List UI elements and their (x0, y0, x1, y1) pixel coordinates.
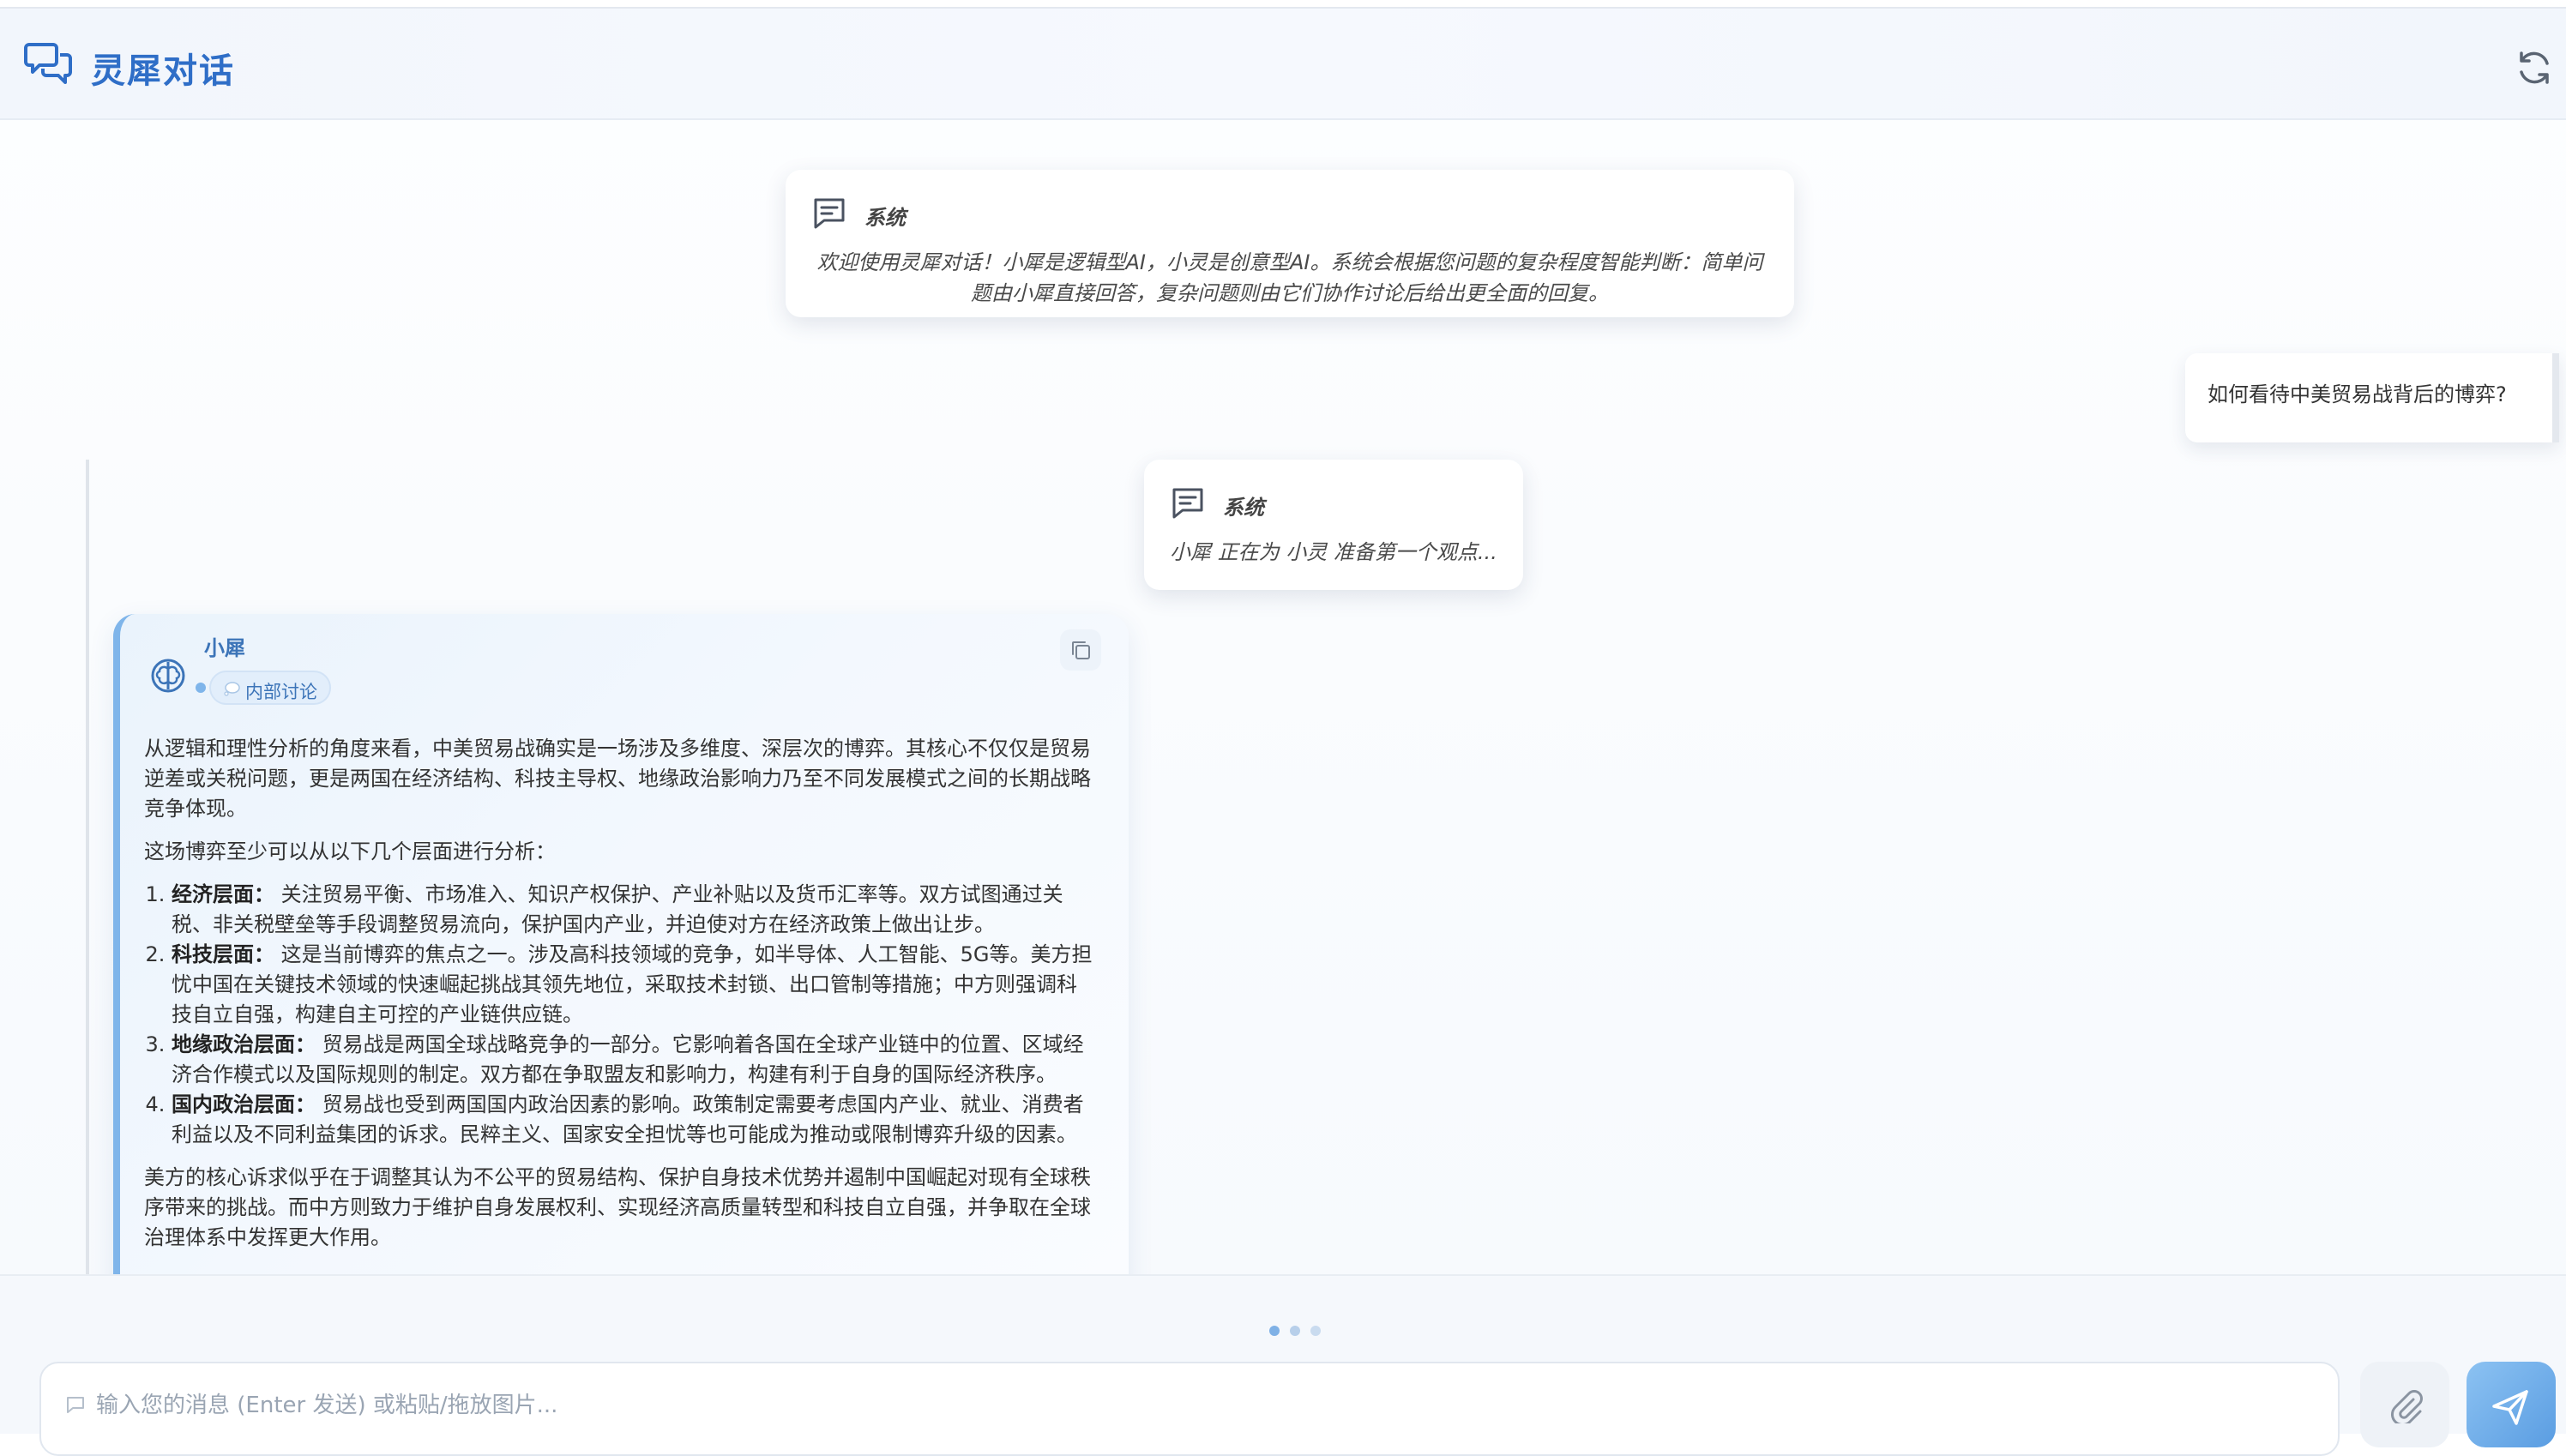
ai-reply-card: 小犀 内部讨论 从逻辑和理性分析的角度来看，中美贸易战确实是一场涉及多维度、深层… (113, 614, 1129, 1274)
system-status-message: 系统 小犀 正在为 小灵 准备第一个观点... (1144, 460, 1523, 590)
ai-paragraph: 这场博弈至少可以从以下几个层面进行分析： (144, 839, 556, 863)
attach-button[interactable] (2360, 1362, 2449, 1447)
ai-reply-content: 从逻辑和理性分析的角度来看，中美贸易战确实是一场涉及多维度、深层次的博弈。其核心… (144, 734, 1096, 1266)
status-dot (196, 683, 206, 693)
system-message-header: 系统 (811, 196, 1069, 235)
chat-messages-area[interactable]: 系统 欢迎使用灵犀对话！小犀是逻辑型AI，小灵是创意型AI。系统会根据您问题的复… (0, 120, 2566, 1274)
message-input-box[interactable] (39, 1362, 2340, 1456)
list-item: 地缘政治层面： 贸易战是两国全球战略竞争的一部分。它影响着各国在全球产业链中的位… (172, 1030, 1096, 1090)
input-area (0, 1274, 2566, 1456)
list-item-title: 国内政治层面： (172, 1092, 316, 1116)
user-message-bubble: 如何看待中美贸易战背后的博弈? (2185, 353, 2559, 442)
copy-button[interactable] (1060, 629, 1101, 671)
typing-dot (1310, 1326, 1321, 1336)
tag-label: 内部讨论 (245, 682, 317, 702)
internal-discussion-tag: 内部讨论 (209, 671, 331, 705)
ai-paragraph: 美方的核心诉求似乎在于调整其认为不公平的贸易结构、保护自身技术优势并遏制中国崛起… (144, 1165, 1091, 1249)
chat-bubbles-icon (24, 43, 72, 84)
chat-small-icon (67, 1397, 84, 1413)
ai-paragraph: 从逻辑和理性分析的角度来看，中美贸易战确实是一场涉及多维度、深层次的博弈。其核心… (144, 737, 1091, 821)
window-top-edge (0, 0, 2566, 9)
list-item-title: 地缘政治层面： (172, 1032, 316, 1056)
ai-name: 小犀 (204, 636, 245, 660)
list-item-title: 经济层面： (172, 882, 274, 906)
message-icon (814, 198, 845, 229)
app-root: 灵犀对话 系统 欢迎使用灵犀对话！小犀是逻辑型AI，小灵是创意型AI。系统会根据… (0, 0, 2566, 1456)
thought-bubble-icon (224, 682, 240, 696)
typing-indicator (1269, 1326, 1321, 1338)
typing-dot (1290, 1326, 1300, 1336)
list-item-title: 科技层面： (172, 942, 274, 966)
message-icon (1172, 488, 1203, 519)
user-message-text: 如何看待中美贸易战背后的博弈? (2208, 382, 2507, 406)
discussion-thread-line (86, 460, 89, 1274)
app-header: 灵犀对话 (0, 9, 2566, 120)
system-welcome-text: 欢迎使用灵犀对话！小犀是逻辑型AI，小灵是创意型AI。系统会根据您问题的复杂程度… (816, 250, 1763, 305)
list-item: 科技层面： 这是当前博弈的焦点之一。涉及高科技领域的竞争，如半导体、人工智能、5… (172, 940, 1096, 1030)
system-label: 系统 (864, 206, 906, 230)
system-message-header: 系统 (1170, 485, 1427, 525)
app-title: 灵犀对话 (91, 51, 235, 91)
send-button[interactable] (2467, 1362, 2556, 1447)
refresh-icon[interactable] (2515, 48, 2554, 87)
typing-dot (1269, 1326, 1280, 1336)
send-icon (2492, 1390, 2528, 1425)
list-item: 经济层面： 关注贸易平衡、市场准入、知识产权保护、产业补贴以及货币汇率等。双方试… (172, 880, 1096, 940)
system-welcome-message: 系统 欢迎使用灵犀对话！小犀是逻辑型AI，小灵是创意型AI。系统会根据您问题的复… (786, 170, 1794, 317)
list-item-text: 关注贸易平衡、市场准入、知识产权保护、产业补贴以及货币汇率等。双方试图通过关税、… (172, 882, 1063, 936)
list-item-text: 这是当前博弈的焦点之一。涉及高科技领域的竞争，如半导体、人工智能、5G等。美方担… (172, 942, 1093, 1026)
system-label: 系统 (1223, 496, 1264, 520)
list-item: 国内政治层面： 贸易战也受到两国国内政治因素的影响。政策制定需要考虑国内产业、就… (172, 1090, 1096, 1150)
message-input[interactable] (94, 1381, 2242, 1430)
system-status-text: 小犀 正在为 小灵 准备第一个观点... (1170, 540, 1497, 564)
copy-icon (1072, 641, 1090, 659)
paperclip-icon (2391, 1390, 2423, 1423)
analysis-list: 经济层面： 关注贸易平衡、市场准入、知识产权保护、产业补贴以及货币汇率等。双方试… (144, 880, 1096, 1150)
brain-icon (151, 659, 185, 693)
